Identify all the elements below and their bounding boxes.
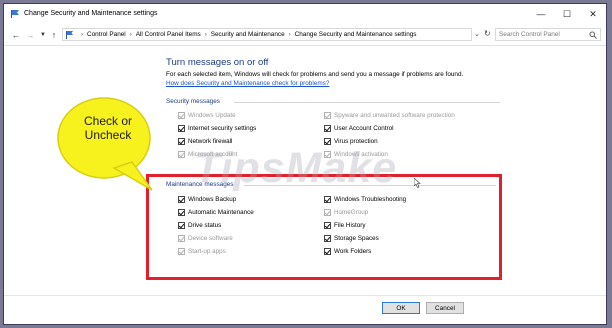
security-divider xyxy=(234,102,500,103)
checkbox-windows-update[interactable]: Windows Update xyxy=(178,112,236,119)
callout-text: Check or Uncheck xyxy=(83,114,133,142)
checkbox-internet-security[interactable]: Internet security settings xyxy=(178,125,256,132)
breadcrumb-item-security-maintenance[interactable]: Security and Maintenance xyxy=(211,31,285,38)
security-messages-heading: Security messages xyxy=(166,98,220,105)
checkbox-box[interactable] xyxy=(178,138,185,145)
checkbox-box[interactable] xyxy=(324,125,331,132)
control-panel-icon xyxy=(66,30,73,39)
settings-content: Turn messages on or off For each selecte… xyxy=(4,46,606,324)
ok-button[interactable]: OK xyxy=(382,302,420,314)
back-arrow-icon[interactable]: ← xyxy=(10,29,22,41)
control-panel-window: Change Security and Maintenance settings… xyxy=(3,3,607,325)
refresh-icon[interactable]: ↻ xyxy=(484,29,491,38)
title-bar: Change Security and Maintenance settings… xyxy=(4,4,606,24)
footer-divider xyxy=(4,295,606,296)
maximize-button[interactable]: ☐ xyxy=(554,4,580,24)
checkbox-box[interactable] xyxy=(324,112,331,119)
search-input[interactable]: Search Control Panel xyxy=(495,28,601,41)
breadcrumb-item-control-panel[interactable]: Control Panel xyxy=(87,31,126,38)
breadcrumb-item-current[interactable]: Change Security and Maintenance settings xyxy=(295,31,417,38)
search-placeholder: Search Control Panel xyxy=(499,31,560,38)
forward-arrow-icon[interactable]: → xyxy=(24,29,36,41)
callout-bubble xyxy=(57,97,153,191)
checkbox-spyware-protection[interactable]: Spyware and unwanted software protection xyxy=(324,112,455,119)
checkbox-box[interactable] xyxy=(178,125,185,132)
watermark: TipsMake xyxy=(194,144,398,192)
checkbox-box[interactable] xyxy=(178,112,185,119)
window-title: Change Security and Maintenance settings xyxy=(24,10,158,17)
cancel-button[interactable]: Cancel xyxy=(426,302,464,314)
breadcrumb-item-all-items[interactable]: All Control Panel Items xyxy=(136,31,201,38)
checkbox-box[interactable] xyxy=(178,151,185,158)
help-link[interactable]: How does Security and Maintenance check … xyxy=(166,80,329,87)
address-bar: ← → ▼ ↑ › Control Panel › All Control Pa… xyxy=(4,25,606,46)
address-dropdown-icon[interactable]: ⌄ xyxy=(474,30,480,38)
breadcrumb[interactable]: › Control Panel › All Control Panel Item… xyxy=(62,28,472,41)
minimize-button[interactable]: — xyxy=(528,4,554,24)
checkbox-user-account-control[interactable]: User Account Control xyxy=(324,125,394,132)
search-icon xyxy=(589,31,597,39)
page-title: Turn messages on or off xyxy=(166,57,269,68)
flag-icon xyxy=(11,10,19,18)
close-button[interactable]: ✕ xyxy=(580,4,606,24)
up-arrow-icon[interactable]: ↑ xyxy=(48,29,60,41)
page-description: For each selected item, Windows will che… xyxy=(166,71,464,78)
mouse-cursor-icon xyxy=(414,178,421,188)
